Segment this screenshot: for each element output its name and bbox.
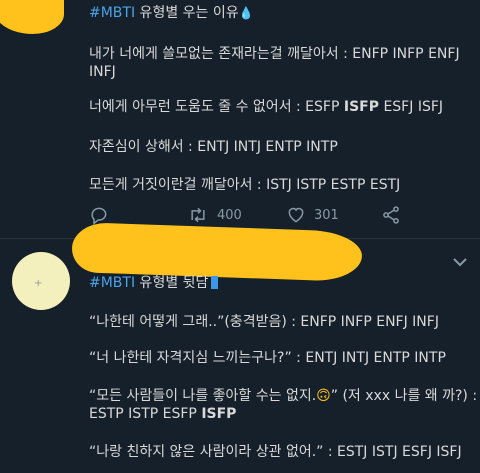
droplet-emoji: 💧 bbox=[238, 6, 254, 20]
hashtag-link[interactable]: #MBTI bbox=[89, 275, 135, 291]
tweet-text-line: “나랑 친하지 않은 사람이라 상관 없어.” : ESTJ ISTJ ESFJ… bbox=[89, 444, 462, 460]
tweet-text-line: 내가 너에게 쓸모없는 존재라는걸 깨달아서 : ENFP INFP ENFJ bbox=[89, 46, 460, 62]
tweet-text-line: 너에게 아무런 도움도 줄 수 없어서 : ESFP ISFP ESFJ ISF… bbox=[89, 99, 444, 115]
like-icon bbox=[288, 207, 304, 223]
retweet-count: 400 bbox=[217, 207, 242, 223]
blue-square-emoji bbox=[211, 276, 219, 289]
reply-button[interactable] bbox=[89, 205, 109, 225]
tweet-text-line: “나한테 어떻게 그래..”(충격받음) : ENFP INFP ENFJ IN… bbox=[89, 314, 439, 330]
share-icon bbox=[383, 206, 399, 224]
upside-down-face-emoji: 🙃 bbox=[316, 388, 331, 404]
reply-icon bbox=[91, 207, 107, 225]
hashtag-link[interactable]: #MBTI bbox=[89, 5, 135, 21]
like-count: 301 bbox=[314, 207, 339, 223]
like-button[interactable]: 301 bbox=[286, 205, 339, 225]
tweet-text-line: 자존심이 상해서 : ENTJ INTJ ENTP INTP bbox=[89, 139, 338, 155]
tweet-text-line: INFJ bbox=[89, 64, 116, 80]
retweet-button[interactable]: 400 bbox=[187, 205, 242, 225]
tweet-1[interactable]: #MBTI 유형별 우는 이유💧 내가 너에게 쓸모없는 존재라는걸 깨달아서 … bbox=[0, 0, 480, 238]
tweet-title: #MBTI 유형별 우는 이유💧 bbox=[89, 5, 254, 21]
avatar-mark: + bbox=[34, 278, 43, 289]
retweet-icon bbox=[191, 207, 205, 223]
tweet-text-line: “모든 사람들이 나를 좋아할 수는 없지.🙃” (저 xxx 나를 왜 까?)… bbox=[89, 388, 478, 404]
tweet-text-line: “너 나한테 자격지심 느끼는구나?” : ENTJ INTJ ENTP INT… bbox=[89, 350, 446, 366]
tweet-text-line: ESTP ISTP ESFP ISFP bbox=[89, 406, 237, 422]
chevron-down-icon[interactable] bbox=[452, 256, 468, 268]
tweet-text-line: 모든게 거짓이란걸 깨달아서 : ISTJ ISTP ESTP ESTJ bbox=[89, 177, 401, 193]
tweet-title: #MBTI 유형별 뒷담 bbox=[89, 274, 472, 292]
share-button[interactable] bbox=[381, 205, 401, 225]
